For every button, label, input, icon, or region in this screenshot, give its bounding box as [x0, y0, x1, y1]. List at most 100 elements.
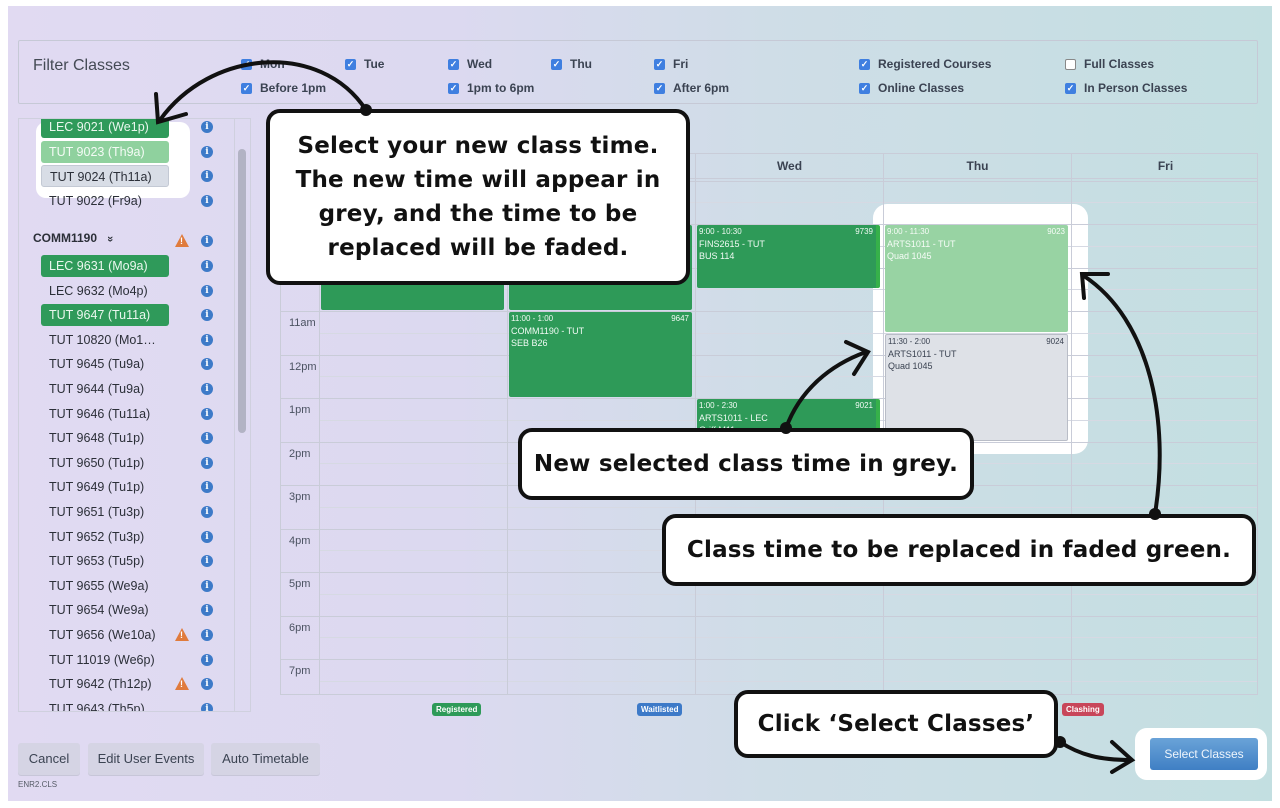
info-icon[interactable]: i	[201, 383, 213, 395]
class-option-label[interactable]: TUT 9653 (Tu5p)	[41, 550, 169, 572]
class-option-label[interactable]: TUT 9651 (Tu3p)	[41, 501, 169, 523]
class-list-item[interactable]: TUT 9644 (Tu9a) i	[19, 378, 235, 400]
info-icon[interactable]: i	[201, 506, 213, 518]
info-icon[interactable]: i	[201, 235, 213, 247]
info-icon[interactable]: i	[201, 702, 213, 711]
info-icon[interactable]: i	[201, 170, 213, 183]
info-icon[interactable]: i	[201, 284, 213, 297]
class-option-label[interactable]: TUT 9644 (Tu9a)	[41, 378, 169, 400]
class-list-item[interactable]: LEC 9632 (Mo4p) i	[19, 280, 235, 302]
auto-timetable-button[interactable]: Auto Timetable	[211, 743, 320, 775]
class-list-item[interactable]: TUT 9650 (Tu1p) i	[19, 452, 235, 474]
class-option-label[interactable]: LEC 9632 (Mo4p)	[41, 280, 169, 302]
class-option-label[interactable]: TUT 9647 (Tu11a)	[41, 304, 169, 327]
info-icon[interactable]: i	[201, 309, 213, 322]
class-list-item[interactable]: TUT 9655 (We9a) i	[19, 575, 235, 597]
info-icon[interactable]: i	[201, 604, 213, 617]
info-icon[interactable]: i	[201, 407, 213, 420]
calendar-event[interactable]: 11:30 - 2:00 9024 ARTS1011 - TUT Quad 1045	[885, 333, 1068, 441]
class-list-item[interactable]: TUT 9023 (Th9a) i	[19, 140, 235, 163]
filter-checkbox-before-1pm[interactable]: ✓ Before 1pm	[241, 81, 326, 95]
checkbox-icon[interactable]: ✓	[1065, 82, 1076, 94]
class-list-item[interactable]: TUT 9643 (Th5p) i	[19, 698, 235, 711]
checkbox-icon[interactable]: ✓	[654, 82, 665, 94]
class-list-item[interactable]: TUT 9652 (Tu3p) i	[19, 526, 235, 548]
class-option-label[interactable]: TUT 9652 (Tu3p)	[41, 526, 169, 548]
class-list-item[interactable]: TUT 9646 (Tu11a) i	[19, 403, 235, 425]
class-option-label[interactable]: TUT 9646 (Tu11a)	[41, 403, 169, 425]
calendar-event[interactable]: 9:00 - 11:30 9023 ARTS1011 - TUT Quad 1045	[885, 225, 1068, 332]
filter-checkbox-wed[interactable]: ✓ Wed	[448, 57, 492, 71]
info-icon[interactable]: i	[201, 358, 213, 371]
checkbox-icon[interactable]: ✓	[241, 58, 252, 70]
class-list-item[interactable]: LEC 9631 (Mo9a) i	[19, 255, 235, 277]
class-option-label[interactable]: TUT 9642 (Th12p)	[41, 673, 169, 695]
info-icon[interactable]: i	[201, 456, 213, 469]
info-icon[interactable]: i	[201, 653, 213, 666]
checkbox-icon[interactable]: ✓	[448, 58, 459, 70]
filter-checkbox-online-classes[interactable]: ✓ Online Classes	[859, 81, 964, 95]
class-list-item[interactable]: TUT 9648 (Tu1p) i	[19, 427, 235, 449]
select-classes-button[interactable]: Select Classes	[1150, 738, 1258, 770]
checkbox-icon[interactable]: ✓	[241, 82, 252, 94]
info-icon[interactable]: i	[201, 481, 213, 494]
class-list-item[interactable]: TUT 10820 (Mo1… i	[19, 329, 235, 351]
checkbox-icon[interactable]: ✓	[859, 58, 870, 70]
class-option-label[interactable]: TUT 9654 (We9a)	[41, 599, 169, 621]
checkbox-icon[interactable]: ✓	[345, 58, 356, 70]
info-icon[interactable]: i	[201, 678, 213, 691]
filter-checkbox-thu[interactable]: ✓ Thu	[551, 57, 592, 71]
class-option-label[interactable]: TUT 9022 (Fr9a)	[41, 190, 169, 212]
class-list-item[interactable]: TUT 9022 (Fr9a) i	[19, 190, 235, 212]
info-icon[interactable]: i	[201, 555, 213, 568]
checkbox-icon[interactable]: ✓	[859, 82, 870, 94]
info-icon[interactable]: i	[201, 579, 213, 592]
class-list-item[interactable]: TUT 9653 (Tu5p) i	[19, 550, 235, 572]
class-list-item[interactable]: TUT 9647 (Tu11a) i	[19, 304, 235, 327]
edit-user-events-button[interactable]: Edit User Events	[88, 743, 204, 775]
class-option-label[interactable]: TUT 9643 (Th5p)	[41, 698, 169, 711]
filter-checkbox-after-6pm[interactable]: ✓ After 6pm	[654, 81, 729, 95]
list-scroll-thumb[interactable]	[238, 149, 246, 433]
class-list-item[interactable]: TUT 9649 (Tu1p) i	[19, 476, 235, 498]
info-icon[interactable]: i	[201, 121, 213, 133]
class-option-label[interactable]: TUT 9645 (Tu9a)	[41, 353, 169, 375]
filter-checkbox-full-classes[interactable]: Full Classes	[1065, 57, 1154, 71]
info-icon[interactable]: i	[201, 333, 213, 346]
class-list-item[interactable]: TUT 9656 (We10a) i	[19, 624, 235, 646]
class-option-label[interactable]: TUT 9650 (Tu1p)	[41, 452, 169, 474]
class-list-item[interactable]: TUT 9024 (Th11a) i	[19, 165, 235, 188]
filter-checkbox-in-person-classes[interactable]: ✓ In Person Classes	[1065, 81, 1187, 95]
class-option-label[interactable]: TUT 9656 (We10a)	[41, 624, 169, 646]
class-option-label[interactable]: TUT 11019 (We6p)	[41, 649, 169, 671]
class-option-label[interactable]: TUT 9655 (We9a)	[41, 575, 169, 597]
checkbox-icon[interactable]: ✓	[654, 58, 665, 70]
class-option-label[interactable]: TUT 9648 (Tu1p)	[41, 427, 169, 449]
class-option-label[interactable]: TUT 9024 (Th11a)	[41, 165, 169, 188]
info-icon[interactable]: i	[201, 530, 213, 543]
class-list-item[interactable]: TUT 9642 (Th12p) i	[19, 673, 235, 695]
class-list-item[interactable]: TUT 11019 (We6p) i	[19, 649, 235, 671]
filter-checkbox-1pm-to-6pm[interactable]: ✓ 1pm to 6pm	[448, 81, 534, 95]
filter-checkbox-tue[interactable]: ✓ Tue	[345, 57, 384, 71]
class-list-item[interactable]: TUT 9645 (Tu9a) i	[19, 353, 235, 375]
info-icon[interactable]: i	[201, 629, 213, 641]
info-icon[interactable]: i	[201, 145, 213, 158]
class-option-label[interactable]: LEC 9631 (Mo9a)	[41, 255, 169, 277]
filter-checkbox-mon[interactable]: ✓ Mon	[241, 57, 285, 71]
class-option-label[interactable]: TUT 10820 (Mo1…	[41, 329, 169, 351]
info-icon[interactable]: i	[201, 432, 213, 445]
checkbox-icon[interactable]: ✓	[551, 58, 562, 70]
class-option-label[interactable]: TUT 9023 (Th9a)	[41, 140, 169, 163]
filter-checkbox-fri[interactable]: ✓ Fri	[654, 57, 688, 71]
class-list-item[interactable]: TUT 9654 (We9a) i	[19, 599, 235, 621]
list-scrollbar[interactable]	[234, 119, 250, 711]
info-icon[interactable]: i	[201, 194, 213, 207]
cancel-button[interactable]: Cancel	[18, 743, 80, 775]
checkbox-icon[interactable]: ✓	[448, 82, 459, 94]
class-list-item[interactable]: TUT 9651 (Tu3p) i	[19, 501, 235, 523]
checkbox-icon[interactable]	[1065, 58, 1076, 70]
info-icon[interactable]: i	[201, 260, 213, 272]
class-option-label[interactable]: LEC 9021 (We1p)	[41, 119, 169, 138]
calendar-event[interactable]: 11:00 - 1:00 9647 COMM1190 - TUT SEB B26	[509, 312, 692, 397]
